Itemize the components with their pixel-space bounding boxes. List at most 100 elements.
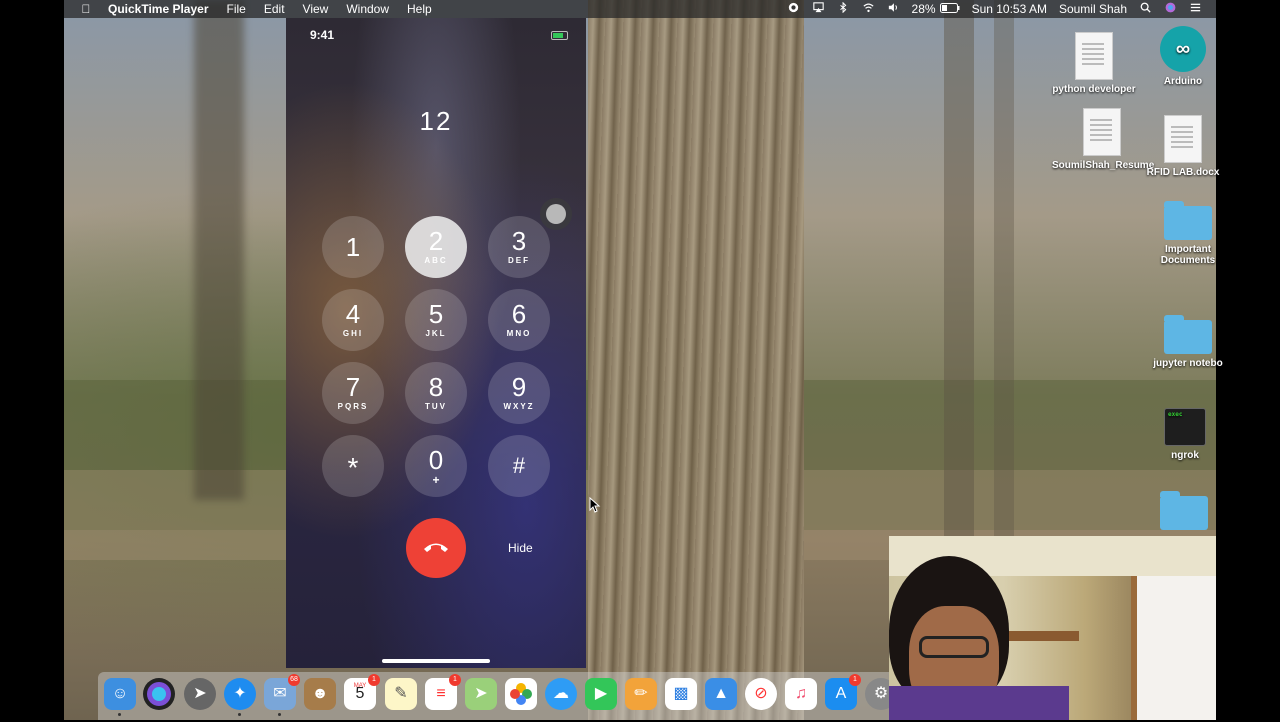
home-indicator[interactable] xyxy=(382,659,490,663)
safari-icon[interactable]: ✦ xyxy=(224,678,256,716)
battery-icon[interactable] xyxy=(939,2,960,16)
keypad-key-0[interactable]: 0 + xyxy=(405,435,467,497)
desktop-icon-python-developer[interactable]: python developer xyxy=(1044,32,1144,95)
menu-help[interactable]: Help xyxy=(407,2,432,16)
battery-percent[interactable]: 28% xyxy=(912,2,936,16)
key-digit: 1 xyxy=(345,232,361,262)
desktop-icon-jupyter[interactable]: jupyter notebo xyxy=(1138,315,1238,369)
music-icon[interactable]: ♫ xyxy=(785,678,817,710)
wallpaper-tree-right xyxy=(944,0,974,560)
key-letters: + xyxy=(432,473,440,487)
assistive-touch-button[interactable] xyxy=(540,198,572,230)
calendar-icon[interactable]: MAY 5 1 xyxy=(344,674,380,710)
key-digit: 6 xyxy=(511,299,527,329)
volume-icon[interactable] xyxy=(887,2,900,16)
keypad-key-1[interactable]: 1 xyxy=(322,216,384,278)
phone-status-time: 9:41 xyxy=(310,28,335,42)
photos-icon[interactable] xyxy=(505,678,537,710)
desktop-icon-ngrok[interactable]: exec ngrok xyxy=(1135,408,1235,461)
desktop-icon-important-documents[interactable]: Important Documents xyxy=(1138,201,1238,266)
keypad-key-4[interactable]: 4 GHI xyxy=(322,289,384,351)
iphone-screen-mirror: 9:41 12 1 2 ABC 3 DEF 4 GHI 5 JKL 6 MNO … xyxy=(286,18,586,668)
appstore-badge: 1 xyxy=(849,674,861,686)
wallpaper-tree-left xyxy=(194,0,244,500)
key-digit: 9 xyxy=(511,372,527,402)
news-icon[interactable]: ⊘ xyxy=(745,678,777,710)
key-letters: ABC xyxy=(424,256,448,265)
webcam-person-shirt xyxy=(889,686,1069,720)
keypad-key-hash[interactable]: # xyxy=(488,435,550,497)
key-digit: 4 xyxy=(345,299,361,329)
menu-window[interactable]: Window xyxy=(346,2,389,16)
finder-icon[interactable]: ☺ xyxy=(104,678,136,716)
keypad-key-2[interactable]: 2 ABC xyxy=(405,216,467,278)
key-letters: PQRS xyxy=(337,402,369,411)
end-call-button[interactable] xyxy=(406,518,466,578)
key-digit: 5 xyxy=(428,299,444,329)
desktop-icon-arduino[interactable]: ∞ Arduino xyxy=(1133,26,1233,87)
menu-bar:  QuickTime Player File Edit View Window… xyxy=(64,0,1216,18)
folder-icon xyxy=(1164,201,1212,240)
keypad-key-6[interactable]: 6 MNO xyxy=(488,289,550,351)
keypad-key-star[interactable]: * xyxy=(322,435,384,497)
facetime-icon[interactable]: ▶ xyxy=(585,678,617,710)
menu-user[interactable]: Soumil Shah xyxy=(1059,2,1127,16)
letterbox-left xyxy=(0,0,64,720)
desktop-icon-rfid-lab[interactable]: RFID LAB.docx xyxy=(1133,115,1233,178)
messages-icon[interactable]: ☁ xyxy=(545,678,577,710)
desktop-icon-label: Arduino xyxy=(1163,76,1203,87)
menu-edit[interactable]: Edit xyxy=(264,2,285,16)
app-store-icon[interactable]: A1 xyxy=(825,674,861,710)
hide-keypad-button[interactable]: Hide xyxy=(508,541,533,555)
keynote-icon[interactable]: ▲ xyxy=(705,678,737,710)
spotlight-search-icon[interactable] xyxy=(1139,2,1152,16)
reminders-icon[interactable]: ≡ 1 xyxy=(425,674,461,710)
pdf-document-icon xyxy=(1075,32,1113,80)
keypad-key-5[interactable]: 5 JKL xyxy=(405,289,467,351)
key-letters: DEF xyxy=(508,256,530,265)
pages-icon[interactable]: ✏ xyxy=(625,678,657,710)
notes-icon[interactable]: ✎ xyxy=(385,678,417,710)
launchpad-icon[interactable]: ➤ xyxy=(184,678,216,710)
key-digit: 2 xyxy=(428,226,444,256)
numbers-icon[interactable]: ▩ xyxy=(665,678,697,710)
key-digit: # xyxy=(512,453,526,478)
key-digit: 8 xyxy=(428,372,444,402)
dialed-number: 12 xyxy=(419,106,453,136)
wifi-icon[interactable] xyxy=(862,2,875,16)
phone-hangup-icon xyxy=(424,543,448,552)
wallpaper-tree-trunk xyxy=(588,0,804,720)
apple-menu-icon[interactable]:  xyxy=(78,2,94,16)
maps-icon[interactable]: ➤ xyxy=(465,678,497,710)
screen-record-icon[interactable] xyxy=(787,2,800,16)
key-letters: WXYZ xyxy=(503,402,535,411)
desktop-icon-label: jupyter notebo xyxy=(1153,358,1223,369)
siri-icon[interactable] xyxy=(1164,2,1177,16)
phone-battery-icon xyxy=(551,31,568,40)
keypad-key-8[interactable]: 8 TUV xyxy=(405,362,467,424)
mail-icon[interactable]: ✉ 68 xyxy=(264,674,300,716)
keypad-key-3[interactable]: 3 DEF xyxy=(488,216,550,278)
menu-app-name[interactable]: QuickTime Player xyxy=(108,2,209,16)
key-digit: 0 xyxy=(428,445,444,475)
bluetooth-icon[interactable] xyxy=(837,2,850,16)
menu-view[interactable]: View xyxy=(303,2,329,16)
word-document-icon xyxy=(1164,115,1202,163)
contacts-icon[interactable]: ☻ xyxy=(304,678,336,710)
menu-bar-status-area: 28% Sun 10:53 AM Soumil Shah xyxy=(775,2,1202,16)
notification-center-icon[interactable] xyxy=(1189,2,1202,16)
key-digit: * xyxy=(347,452,359,483)
mail-badge: 68 xyxy=(288,674,300,686)
keypad-key-7[interactable]: 7 PQRS xyxy=(322,362,384,424)
key-digit: 3 xyxy=(511,226,527,256)
siri-app-icon[interactable] xyxy=(143,678,175,710)
key-letters: JKL xyxy=(425,329,447,338)
calendar-badge: 1 xyxy=(368,674,380,686)
desktop-icon-folder[interactable] xyxy=(1134,491,1234,534)
webcam-person-glasses xyxy=(919,636,989,658)
menu-file[interactable]: File xyxy=(227,2,246,16)
airplay-icon[interactable] xyxy=(812,2,825,16)
webcam-overlay xyxy=(889,536,1216,720)
menu-datetime[interactable]: Sun 10:53 AM xyxy=(972,2,1047,16)
keypad-key-9[interactable]: 9 WXYZ xyxy=(488,362,550,424)
